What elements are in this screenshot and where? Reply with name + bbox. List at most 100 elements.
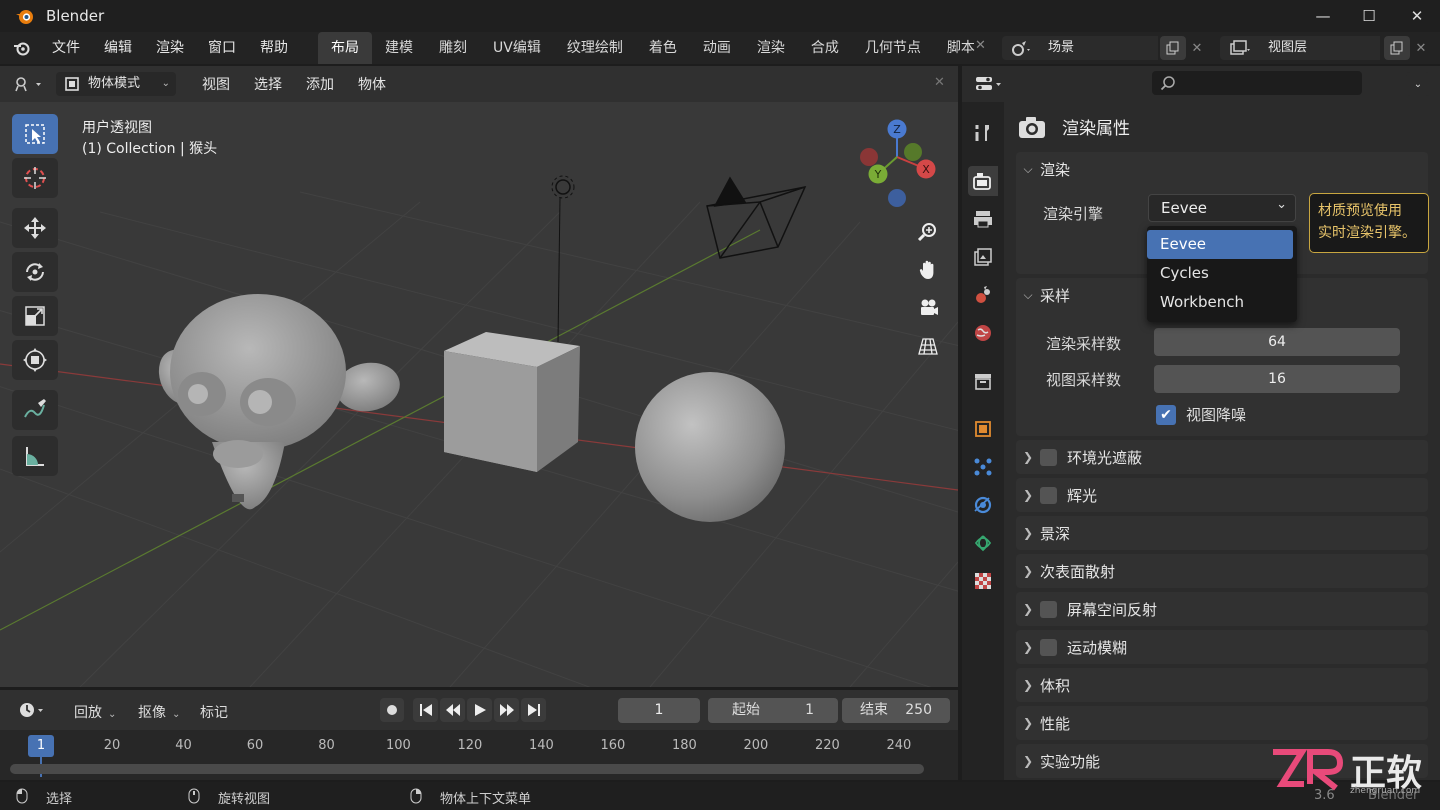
tab-rendering[interactable]: 渲染 <box>744 32 798 64</box>
screen-space-reflections-section[interactable]: ❯ 屏幕空间反射 <box>1016 592 1428 626</box>
tab-layout[interactable]: 布局 <box>318 32 372 64</box>
viewport-denoise-checkbox[interactable]: ✔ 视图降噪 <box>1156 404 1246 425</box>
move-tool[interactable] <box>12 208 58 248</box>
motion-blur-checkbox[interactable] <box>1040 638 1057 656</box>
copy-view-layer-icon[interactable] <box>1384 36 1410 60</box>
markers-menu[interactable]: 标记 <box>200 702 228 722</box>
constraints-data-tab-icon[interactable] <box>968 528 998 558</box>
end-frame-field[interactable]: 结束 250 <box>842 698 950 723</box>
object-mode-dropdown[interactable]: 物体模式 ⌄ <box>56 72 176 96</box>
tab-texture-paint[interactable]: 纹理绘制 <box>554 32 636 64</box>
viewport-samples-field[interactable]: 16 <box>1154 365 1400 393</box>
tab-uv-editing[interactable]: UV编辑 <box>480 32 554 64</box>
view-layer-tab-icon[interactable] <box>968 242 998 272</box>
tab-animation[interactable]: 动画 <box>690 32 744 64</box>
tab-modeling[interactable]: 建模 <box>372 32 426 64</box>
jump-keyframe-back-icon[interactable] <box>440 698 465 722</box>
play-icon[interactable] <box>467 698 492 722</box>
copy-scene-icon[interactable] <box>1160 36 1186 60</box>
pan-hand-icon[interactable] <box>912 254 944 286</box>
measure-tool[interactable] <box>12 436 58 476</box>
current-frame-field[interactable]: 1 <box>618 698 700 723</box>
ambient-occlusion-section[interactable]: ❯ 环境光遮蔽 <box>1016 440 1428 474</box>
start-frame-field[interactable]: 起始 1 <box>708 698 838 723</box>
modifier-particles-tab-icon[interactable] <box>968 452 998 482</box>
close-window-icon[interactable]: ✕ <box>1394 0 1440 32</box>
playback-menu[interactable]: 回放 ⌄ <box>74 702 116 722</box>
render-samples-field[interactable]: 64 <box>1154 328 1400 356</box>
volumetrics-section[interactable]: ❯ 体积 <box>1016 668 1428 702</box>
viewport-menu-add[interactable]: 添加 <box>294 74 346 94</box>
screen-space-reflections-checkbox[interactable] <box>1040 600 1057 618</box>
view-layer-selector[interactable]: 视图层 ✕ <box>1220 36 1434 60</box>
navigation-gizmo[interactable]: Z X Y <box>860 119 936 208</box>
output-tab-icon[interactable] <box>968 204 998 234</box>
remove-view-layer-icon[interactable]: ✕ <box>1410 41 1432 56</box>
viewport-close-icon[interactable]: ✕ <box>934 75 945 90</box>
properties-editor-icon[interactable] <box>974 74 1004 98</box>
perspective-grid-icon[interactable] <box>912 330 944 362</box>
bloom-section[interactable]: ❯ 辉光 <box>1016 478 1428 512</box>
light-object[interactable] <box>551 175 575 343</box>
world-tab-icon[interactable] <box>968 318 998 348</box>
jump-keyframe-forward-icon[interactable] <box>494 698 519 722</box>
record-keyframe-icon[interactable] <box>380 698 404 722</box>
sphere-object[interactable] <box>635 372 785 522</box>
transform-tool[interactable] <box>12 340 58 380</box>
ambient-occlusion-checkbox[interactable] <box>1040 448 1057 466</box>
engine-option-cycles[interactable]: Cycles <box>1147 259 1297 288</box>
menu-edit[interactable]: 编辑 <box>92 32 144 64</box>
viewport-menu-view[interactable]: 视图 <box>190 74 242 94</box>
scale-tool[interactable] <box>12 296 58 336</box>
timeline-scrollbar[interactable] <box>10 764 924 774</box>
physics-tab-icon[interactable] <box>968 490 998 520</box>
camera-object[interactable] <box>706 176 807 259</box>
menu-render[interactable]: 渲染 <box>144 32 196 64</box>
scene-icon[interactable] <box>1002 36 1040 60</box>
properties-search-input[interactable] <box>1152 71 1362 95</box>
suzanne-object[interactable] <box>152 294 404 510</box>
cursor-tool[interactable] <box>12 158 58 198</box>
render-engine-dropdown[interactable]: Eevee ⌄ <box>1148 194 1296 222</box>
jump-end-icon[interactable] <box>521 698 546 722</box>
tool-settings-tab-icon[interactable] <box>968 118 998 148</box>
tab-sculpting[interactable]: 雕刻 <box>426 32 480 64</box>
view-layer-name-field[interactable]: 视图层 <box>1260 36 1380 60</box>
texture-tab-icon[interactable] <box>968 566 998 596</box>
minimize-icon[interactable]: — <box>1300 0 1346 32</box>
zoom-icon[interactable] <box>912 216 944 248</box>
3d-viewport[interactable]: Z X Y 用户透视图 (1) Collection | 猴头 <box>0 102 958 687</box>
menu-file[interactable]: 文件 <box>40 32 92 64</box>
remove-scene-icon[interactable]: ✕ <box>1186 41 1208 56</box>
menu-window[interactable]: 窗口 <box>196 32 248 64</box>
timeline[interactable]: 1 20 40 60 80 100 120 140 160 180 200 220 240 <box>0 730 958 780</box>
rotate-tool[interactable] <box>12 252 58 292</box>
keying-menu[interactable]: 抠像 ⌄ <box>138 702 180 722</box>
collection-tab-icon[interactable] <box>968 366 998 396</box>
engine-option-eevee[interactable]: Eevee <box>1147 230 1293 259</box>
menu-help[interactable]: 帮助 <box>248 32 300 64</box>
viewport-menu-select[interactable]: 选择 <box>242 74 294 94</box>
tabs-scroll-close-icon[interactable]: ✕ <box>975 38 986 53</box>
annotate-tool[interactable] <box>12 390 58 430</box>
scene-tab-icon[interactable] <box>968 280 998 310</box>
select-box-tool[interactable] <box>12 114 58 154</box>
object-tab-icon[interactable] <box>968 414 998 444</box>
playhead-frame[interactable]: 1 <box>28 735 54 757</box>
camera-view-icon[interactable] <box>912 292 944 324</box>
maximize-icon[interactable]: ☐ <box>1346 0 1392 32</box>
bloom-checkbox[interactable] <box>1040 486 1057 504</box>
timeline-editor-icon[interactable] <box>18 700 48 720</box>
view-layer-icon[interactable] <box>1220 36 1260 60</box>
scene-selector[interactable]: 场景 ✕ <box>1002 36 1214 60</box>
motion-blur-section[interactable]: ❯ 运动模糊 <box>1016 630 1428 664</box>
cube-object[interactable] <box>444 332 580 472</box>
tab-geometry-nodes[interactable]: 几何节点 <box>852 32 934 64</box>
render-tab-icon[interactable] <box>968 166 998 196</box>
subsurface-scattering-section[interactable]: ❯ 次表面散射 <box>1016 554 1428 588</box>
blender-menu-icon[interactable] <box>12 38 32 58</box>
engine-option-workbench[interactable]: Workbench <box>1147 288 1297 317</box>
jump-start-icon[interactable] <box>413 698 438 722</box>
render-section-header[interactable]: ⌵ 渲染 <box>1016 152 1428 186</box>
properties-options-chevron-icon[interactable]: ⌄ <box>1406 72 1430 96</box>
